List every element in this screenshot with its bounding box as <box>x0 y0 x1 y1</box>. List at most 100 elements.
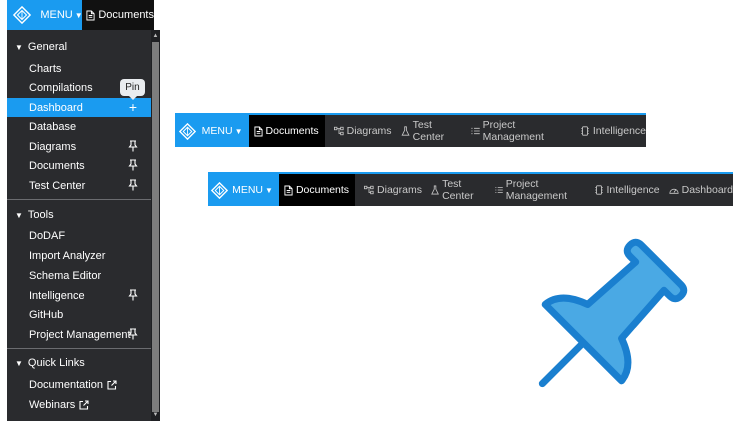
diagram-icon <box>334 126 344 136</box>
diamond-logo-icon <box>179 123 196 140</box>
menu-item-label: Diagrams <box>29 140 77 153</box>
menu-item-label: Dashboard <box>29 101 83 114</box>
section-tools[interactable]: ▼ Tools <box>7 205 151 225</box>
divider <box>7 199 151 200</box>
menu-item-label: Import Analyzer <box>29 249 106 262</box>
nav-test-center[interactable]: Test Center <box>401 119 462 143</box>
menu-scrollbar[interactable]: ▲ ▼ <box>151 30 160 421</box>
nav-intelligence[interactable]: Intelligence <box>580 125 646 137</box>
flask-icon <box>401 126 410 136</box>
caret-down-icon: ▼ <box>15 42 23 52</box>
documents-label: Documents <box>98 9 154 21</box>
nav-diagrams[interactable]: Diagrams <box>364 184 422 196</box>
caret-down-icon: ▼ <box>234 126 243 136</box>
nav-label: Test Center <box>412 119 445 143</box>
caret-down-icon: ▼ <box>15 358 23 368</box>
external-link-icon <box>107 380 117 390</box>
intelligence-icon <box>580 126 590 136</box>
section-general[interactable]: ▼ General <box>7 37 151 57</box>
nav-documents[interactable]: Documents <box>278 174 356 206</box>
menu-item-test-center[interactable]: Test Center <box>7 176 151 195</box>
list-icon <box>471 126 480 136</box>
menu-item-webinars[interactable]: Webinars <box>7 395 151 414</box>
logo[interactable] <box>175 115 200 147</box>
document-icon <box>284 185 293 196</box>
nav-test-center[interactable]: Test Center <box>431 178 486 202</box>
menu-button[interactable]: MENU ▼ <box>199 115 249 147</box>
nav-documents[interactable]: Documents <box>248 115 325 147</box>
pin-icon[interactable] <box>128 289 138 301</box>
pin-icon[interactable] <box>128 140 138 152</box>
dashboard-icon <box>669 185 679 195</box>
nav-project-management[interactable]: Project Management <box>495 178 585 202</box>
scroll-up-icon[interactable]: ▲ <box>151 32 160 40</box>
menu-item-label: Webinars <box>29 398 76 411</box>
intelligence-icon <box>594 185 604 195</box>
plus-icon[interactable]: + <box>129 99 137 115</box>
menu-label: MENU <box>201 125 233 137</box>
pin-tooltip: Pin <box>120 79 145 100</box>
menu-item-label: DoDAF <box>29 229 66 242</box>
menu-item-dashboard[interactable]: Dashboard + <box>7 98 151 117</box>
menu-item-dodaf[interactable]: DoDAF <box>7 226 151 245</box>
caret-down-icon: ▼ <box>15 210 23 220</box>
menu-item-diagrams[interactable]: Diagrams <box>7 137 151 156</box>
menu-item-intelligence[interactable]: Intelligence <box>7 286 151 305</box>
flask-icon <box>431 185 439 195</box>
pin-icon <box>538 238 688 388</box>
pin-icon[interactable] <box>128 159 138 171</box>
document-icon <box>254 126 263 137</box>
menu-item-label: Test Center <box>29 179 86 192</box>
menu-item-label: Intelligence <box>29 289 85 302</box>
menu-item-schema-editor[interactable]: Schema Editor <box>7 266 151 285</box>
menu-item-charts[interactable]: Charts <box>7 59 151 78</box>
navbar-before: MENU ▼ Documents Diagrams Test Center Pro… <box>175 115 646 147</box>
menu-top-bar: MENU ▼ Documents <box>7 0 154 30</box>
menu-item-database[interactable]: Database <box>7 117 151 136</box>
diamond-logo-icon <box>211 182 228 199</box>
nav-label: Project Management <box>505 178 567 202</box>
menu-button[interactable]: MENU ▼ <box>230 174 279 206</box>
menu-label: MENU <box>40 9 73 21</box>
documents-tab[interactable]: Documents <box>82 0 154 30</box>
nav-intelligence[interactable]: Intelligence <box>594 184 660 196</box>
nav-label: Dashboard <box>681 184 733 196</box>
scroll-down-icon[interactable]: ▼ <box>151 411 160 419</box>
menu-item-github[interactable]: GitHub <box>7 305 151 324</box>
menu-item-project-management[interactable]: Project Management <box>7 325 151 344</box>
nav-label: Intelligence <box>606 184 660 196</box>
menu-item-label: GitHub <box>29 308 64 321</box>
diagram-icon <box>364 185 374 195</box>
menu-item-documentation[interactable]: Documentation <box>7 375 151 394</box>
nav-label: Intelligence <box>592 125 647 137</box>
menu-item-import-analyzer[interactable]: Import Analyzer <box>7 246 151 265</box>
logo[interactable] <box>7 0 38 30</box>
pin-icon[interactable] <box>128 179 138 191</box>
logo[interactable] <box>208 174 231 206</box>
menu-item-label: Documents <box>29 159 85 172</box>
pin-icon[interactable] <box>128 328 138 340</box>
nav-dashboard[interactable]: Dashboard <box>669 184 733 196</box>
nav-label: Diagrams <box>346 125 392 137</box>
list-icon <box>495 185 503 195</box>
nav-project-management[interactable]: Project Management <box>471 119 571 143</box>
scrollbar-thumb[interactable] <box>152 42 159 412</box>
external-link-icon <box>79 400 89 410</box>
diamond-logo-icon <box>13 6 31 24</box>
section-quick-links[interactable]: ▼ Quick Links <box>7 353 151 373</box>
section-title: Quick Links <box>27 357 85 369</box>
menu-item-documents[interactable]: Documents <box>7 156 151 175</box>
nav-label: Diagrams <box>377 184 422 196</box>
document-icon <box>86 10 95 21</box>
nav-label: Documents <box>265 125 319 137</box>
menu-label: MENU <box>232 184 264 196</box>
menu-item-label: Schema Editor <box>29 269 102 282</box>
nav-label: Documents <box>295 184 350 196</box>
menu-item-label: Charts <box>29 62 62 75</box>
menu-item-label: Database <box>29 120 77 133</box>
menu-button[interactable]: MENU ▼ <box>37 0 83 30</box>
nav-diagrams[interactable]: Diagrams <box>334 125 392 137</box>
menu-item-label: Compilations <box>29 81 93 94</box>
menu-item-label: Project Management <box>29 328 131 341</box>
navbar-after: MENU ▼ Documents Diagrams Test Center Pro… <box>208 174 733 206</box>
